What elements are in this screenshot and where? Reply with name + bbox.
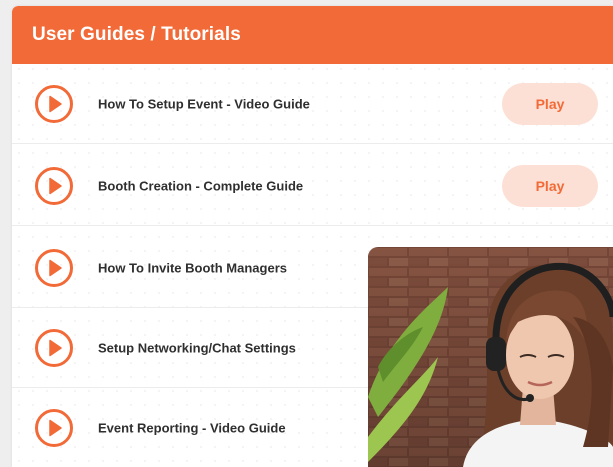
card-title: User Guides / Tutorials xyxy=(32,24,241,45)
play-circle-icon[interactable] xyxy=(34,328,74,368)
guide-label: Setup Networking/Chat Settings xyxy=(98,340,296,355)
play-button[interactable]: Play xyxy=(502,164,598,207)
play-circle-icon[interactable] xyxy=(34,408,74,448)
play-circle-icon[interactable] xyxy=(34,84,74,124)
headset-photo-illustration xyxy=(368,247,613,467)
guide-label: How To Invite Booth Managers xyxy=(98,260,287,275)
user-guides-card: User Guides / Tutorials How To Setup Eve… xyxy=(12,6,613,467)
guide-label: Booth Creation - Complete Guide xyxy=(98,178,304,193)
play-button[interactable]: Play xyxy=(502,82,598,125)
woman-with-headset-photo xyxy=(368,247,613,467)
guide-row-setup-event[interactable]: How To Setup Event - Video Guide Play xyxy=(12,64,613,144)
guide-label: How To Setup Event - Video Guide xyxy=(98,96,310,111)
play-circle-icon[interactable] xyxy=(34,166,74,206)
guide-row-booth-creation[interactable]: Booth Creation - Complete Guide Play xyxy=(12,146,613,226)
card-header: User Guides / Tutorials xyxy=(12,6,613,64)
play-circle-icon[interactable] xyxy=(34,248,74,288)
guide-label: Event Reporting - Video Guide xyxy=(98,420,286,436)
